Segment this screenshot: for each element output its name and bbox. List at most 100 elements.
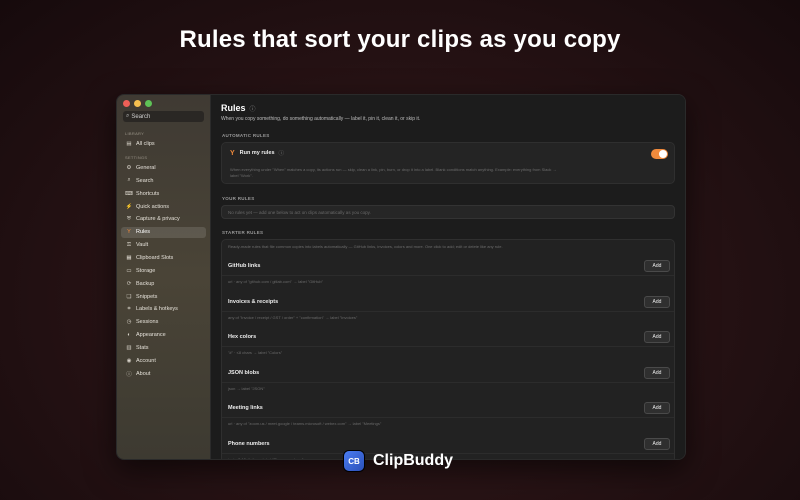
page-subtitle: When you copy something, do something au… — [221, 116, 421, 122]
section-library: LIBRARY — [125, 131, 145, 136]
run-rules-row: Y Run my rules ⓘ — [230, 149, 285, 158]
sidebar-item-label: Clipboard Slots — [136, 254, 174, 261]
grid-icon: ▦ — [126, 254, 132, 261]
page-title-text: Rules — [221, 103, 246, 113]
sidebar-item-account[interactable]: ◉ Account — [121, 355, 206, 366]
sidebar-item-general[interactable]: ⚙ General — [121, 163, 206, 174]
add-rule-button[interactable]: Add — [644, 438, 670, 450]
info-icon[interactable]: ⓘ — [250, 107, 256, 113]
bolt-icon: ⚡ — [125, 203, 133, 210]
sidebar-item-snippets[interactable]: ❏ Snippets — [121, 291, 206, 302]
sidebar-item-clipboard-slots[interactable]: ▦ Clipboard Slots — [121, 252, 206, 263]
rules-icon: Y — [127, 229, 131, 236]
sidebar-item-all-clips[interactable]: ▤ All clips — [121, 138, 206, 149]
headline: Rules that sort your clips as you copy — [179, 26, 621, 53]
your-rules-empty: No rules yet — add one below to act on c… — [221, 205, 675, 219]
info-icon[interactable]: ⓘ — [279, 149, 285, 157]
sidebar-item-label: Sessions — [136, 319, 159, 326]
starter-rule-desc: json → label "JSON" — [228, 385, 265, 391]
sidebar-item-label: Storage — [136, 267, 156, 274]
sidebar-item-label: Vault — [136, 242, 149, 249]
divider — [222, 381, 674, 383]
sidebar-item-stats[interactable]: ▥ Stats — [121, 342, 206, 353]
backup-icon: ⟳ — [126, 280, 132, 287]
page-title: Rules ⓘ — [221, 103, 256, 113]
sidebar-item-quick-actions[interactable]: ⚡ Quick actions — [121, 201, 206, 212]
run-rules-toggle[interactable] — [651, 149, 668, 159]
starter-rule-name: Meeting links — [228, 405, 263, 412]
starter-rule-name: Invoices & receipts — [228, 298, 279, 305]
starter-rule-desc: url · any of "zoom.us / meet.google / te… — [228, 421, 382, 427]
starter-rule-desc: "#" · ≤8 chars → label "Colors" — [228, 350, 283, 356]
sidebar-item-label: Capture & privacy — [136, 216, 180, 223]
storage-icon: ▭ — [126, 267, 132, 274]
sidebar-item-shortcuts[interactable]: ⌨ Shortcuts — [121, 188, 206, 199]
sidebar-item-backup[interactable]: ⟳ Backup — [121, 278, 206, 289]
sidebar-item-label: Rules — [136, 229, 151, 236]
palette-icon: ◐ — [127, 332, 131, 339]
brand-name: ClipBuddy — [373, 452, 453, 469]
divider — [222, 310, 674, 312]
gear-icon: ⚙ — [126, 165, 132, 171]
minimize-window-button[interactable] — [134, 100, 141, 107]
starter-rule-name: GitHub links — [228, 263, 261, 269]
starter-rule-name: Phone numbers — [228, 441, 270, 447]
search-placeholder: Search — [131, 113, 151, 120]
starter-rule-row: GitHub links Add url · any of "github.com … — [222, 253, 674, 289]
lock-icon: ⚿ — [126, 241, 132, 248]
rules-branch-icon: Y — [230, 149, 235, 157]
starter-rule-name: JSON blobs — [228, 369, 260, 376]
zoom-window-button[interactable] — [145, 100, 152, 107]
sidebar-item-appearance[interactable]: ◐ Appearance — [121, 330, 206, 341]
snippet-icon: ❏ — [126, 293, 132, 300]
starter-rule-name: Hex colors — [228, 334, 257, 341]
sidebar-item-label: Backup — [136, 280, 155, 287]
run-rules-card: Y Run my rules ⓘ When everything under "… — [221, 142, 675, 184]
clipbuddy-logo: CB — [344, 451, 364, 471]
add-rule-button[interactable]: Add — [644, 366, 670, 379]
add-rule-button[interactable]: Add — [644, 402, 670, 415]
starter-intro: Ready-made rules that file common copies… — [228, 244, 503, 249]
brand: CB ClipBuddy — [344, 451, 453, 471]
run-rules-label: Run my rules — [239, 150, 275, 156]
chart-icon: ▥ — [126, 344, 132, 351]
sidebar-item-label: Quick actions — [136, 203, 170, 210]
info-icon: ⓘ — [126, 371, 132, 378]
sidebar-item-label: Search — [136, 177, 154, 184]
sidebar-item-capture-privacy[interactable]: ⛨ Capture & privacy — [121, 214, 206, 225]
sidebar: ⌕ Search LIBRARY ▤ All clips SETTINGS ⚙ Ge… — [117, 95, 211, 459]
search-input[interactable]: ⌕ Search — [123, 111, 204, 122]
sidebar-item-vault[interactable]: ⚿ Vault — [121, 240, 206, 251]
divider — [222, 417, 674, 419]
sidebar-item-labels-hotkeys[interactable]: ⌗ Labels & hotkeys — [121, 304, 206, 315]
sidebar-item-label: Appearance — [136, 332, 166, 339]
keyboard-icon: ⌨ — [125, 190, 133, 197]
main-panel: Rules ⓘ When you copy something, do somet… — [211, 95, 685, 459]
layers-icon: ▤ — [126, 140, 132, 147]
sidebar-item-label: Snippets — [136, 293, 158, 300]
your-rules-label: YOUR RULES — [222, 196, 255, 201]
starter-rule-desc: any of "invoice / receipt / GST / order"… — [228, 314, 358, 320]
tag-icon: ⌗ — [127, 305, 131, 312]
sidebar-item-about[interactable]: ⓘ About — [121, 368, 206, 379]
automatic-rules-label: AUTOMATIC RULES — [222, 133, 270, 138]
run-rules-desc: When everything under "When" matches a c… — [230, 167, 557, 172]
sidebar-item-storage[interactable]: ▭ Storage — [121, 265, 206, 276]
sidebar-item-sessions[interactable]: ◷ Sessions — [121, 317, 206, 328]
sidebar-item-search[interactable]: ⌕ Search — [121, 175, 206, 186]
search-icon: ⌕ — [127, 177, 131, 184]
sidebar-item-label: All clips — [136, 140, 155, 147]
sidebar-item-label: Stats — [136, 344, 149, 351]
add-rule-button[interactable]: Add — [644, 331, 670, 344]
add-rule-button[interactable]: Add — [644, 295, 670, 308]
starter-rule-row: Hex colors Add "#" · ≤8 chars → label "Col… — [222, 324, 674, 360]
sidebar-item-label: About — [136, 370, 151, 377]
search-icon: ⌕ — [126, 113, 130, 119]
close-window-button[interactable] — [123, 100, 130, 107]
add-rule-button[interactable]: Add — [644, 260, 670, 272]
sidebar-item-label: Account — [136, 357, 156, 364]
starter-rules-card: Ready-made rules that file common copies… — [221, 239, 675, 459]
divider — [222, 346, 674, 348]
starter-rule-row: Invoices & receipts Add any of "invoice / … — [222, 289, 674, 325]
sidebar-item-rules[interactable]: Y Rules — [121, 226, 206, 238]
